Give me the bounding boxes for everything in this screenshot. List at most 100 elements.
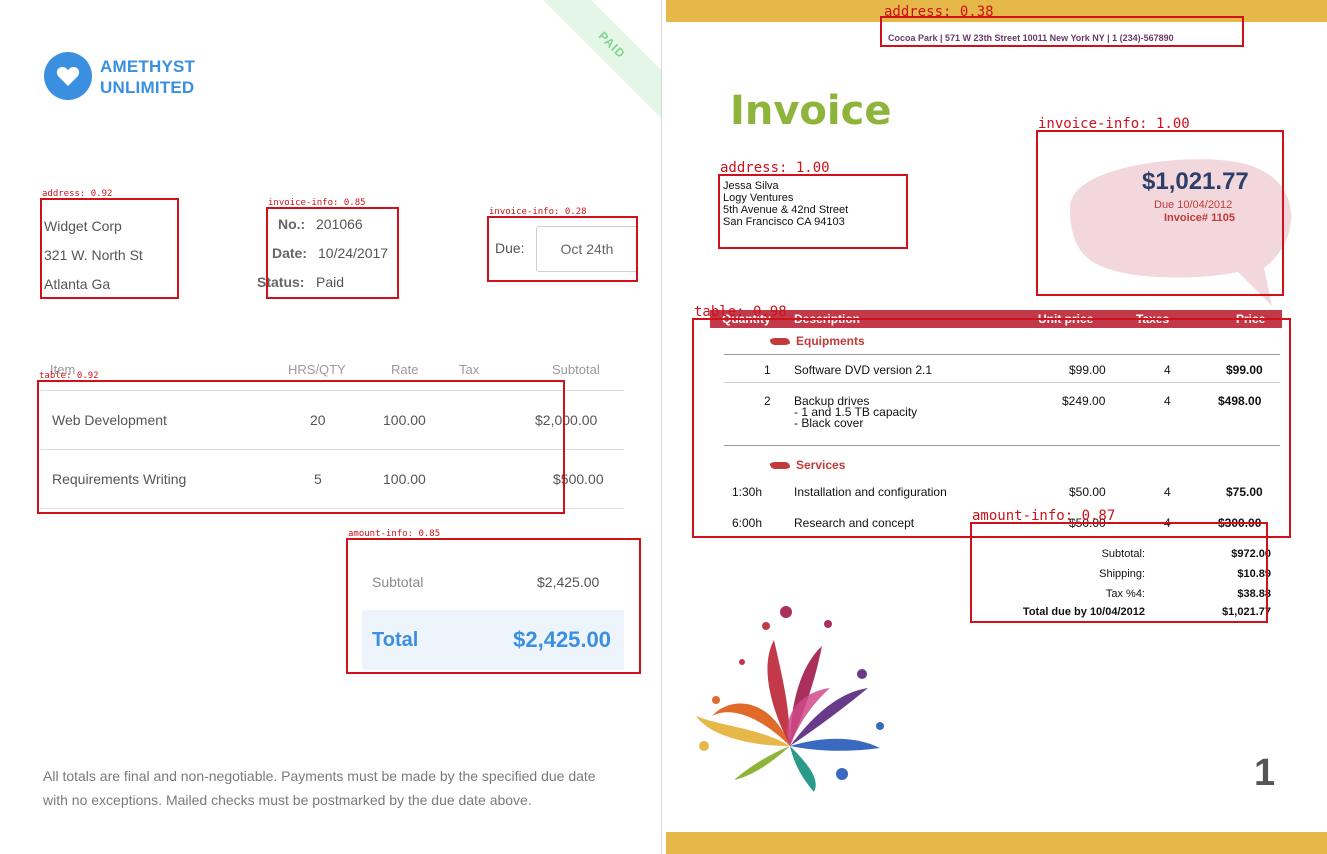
- row-qty: 2: [764, 394, 771, 408]
- table-header-rate: Rate: [391, 362, 419, 377]
- shipping-label: Shipping:: [1099, 568, 1145, 580]
- invoice-status-value: Paid: [316, 274, 345, 290]
- row-price: $300.00: [1218, 516, 1262, 530]
- table-row-divider: [40, 449, 624, 450]
- row-taxes: 4: [1164, 363, 1171, 377]
- due-label: Due:: [495, 240, 525, 256]
- row-taxes: 4: [1164, 516, 1171, 530]
- section-equipments: Equipments: [770, 334, 865, 348]
- tax-label: Tax %4:: [1105, 588, 1145, 600]
- row-qty: 1: [764, 363, 771, 377]
- detection-label: invoice-info: 1.00: [1038, 116, 1190, 132]
- subtotal-value: $2,425.00: [537, 574, 600, 590]
- table-header-tax: Tax: [459, 362, 480, 377]
- detection-box-table: [692, 318, 1291, 538]
- company-logo-text: AMETHYST UNLIMITED: [100, 56, 195, 98]
- address-line-2: Logy Ventures: [723, 192, 794, 204]
- logo-badge: [44, 52, 92, 100]
- shipping-value: $10.89: [1237, 568, 1271, 580]
- billing-address: Jessa Silva Logy Ventures 5th Avenue & 4…: [723, 180, 848, 228]
- total-label: Total: [372, 629, 419, 651]
- detection-box-table: [37, 380, 565, 514]
- invoice-number-label: No.:: [278, 216, 306, 232]
- invoice-date-value: 10/24/2017: [318, 245, 389, 261]
- section-services: Services: [770, 458, 845, 472]
- row-price: $75.00: [1226, 485, 1263, 499]
- table-row-2-subtotal: $500.00: [553, 471, 604, 487]
- subtotal-label: Subtotal: [372, 574, 424, 590]
- color-splash-decoration: [696, 606, 884, 792]
- table-header-qty: HRS/QTY: [288, 362, 346, 377]
- row-taxes: 4: [1164, 485, 1171, 499]
- invoice-date-label: Date:: [272, 245, 308, 261]
- row-divider: [724, 382, 1280, 383]
- row-description: Software DVD version 2.1: [794, 363, 933, 377]
- address-line-3: Atlanta Ga: [44, 276, 111, 292]
- detection-label: amount-info: 0.85: [348, 529, 441, 539]
- row-qty: 1:30h: [732, 485, 763, 499]
- company-contact-line: Cocoa Park | 571 W 23th Street 10011 New…: [888, 33, 1174, 43]
- address-line-4: San Francisco CA 94103: [723, 216, 845, 228]
- left-invoice: PAID AMETHYST UNLIMITED Widget Corp 321 …: [0, 0, 662, 854]
- row-price: $498.00: [1218, 394, 1262, 408]
- section-divider: [724, 445, 1280, 446]
- detection-label: table: 0.98: [694, 304, 787, 320]
- detection-label: address: 0.92: [42, 189, 113, 199]
- row-description: Research and concept: [794, 516, 915, 530]
- page-number: 1: [1254, 752, 1276, 794]
- invoice-status-label: Status:: [257, 274, 305, 290]
- table-header-description: Description: [794, 312, 861, 326]
- table-header-taxes: Taxes: [1136, 312, 1170, 326]
- total-value: $2,425.00: [513, 627, 611, 652]
- address-line-1: Widget Corp: [44, 218, 122, 234]
- table-row-1-qty: 20: [310, 412, 326, 428]
- invoice-amount: $1,021.77: [1142, 168, 1249, 195]
- total-due-value: $1,021.77: [1222, 606, 1271, 618]
- address-line-3: 5th Avenue & 42nd Street: [723, 204, 849, 216]
- table-row-1-item: Web Development: [52, 412, 167, 428]
- row-price: $99.00: [1226, 363, 1263, 377]
- table-header-divider: [40, 390, 624, 391]
- bottom-color-bar: [666, 832, 1327, 854]
- tax-value: $38.88: [1237, 588, 1271, 600]
- detection-label: address: 1.00: [720, 160, 830, 176]
- invoice-title: Invoice: [730, 88, 892, 134]
- heart-icon: [56, 66, 80, 86]
- address-line-1: Jessa Silva: [723, 180, 779, 192]
- invoice-due-date: Due 10/04/2012: [1154, 199, 1233, 211]
- detection-label: invoice-info: 0.85: [268, 198, 366, 208]
- top-color-bar: [666, 0, 1327, 22]
- row-description: Installation and configuration: [794, 485, 947, 499]
- row-taxes: 4: [1164, 394, 1171, 408]
- table-header-subtotal: Subtotal: [552, 362, 600, 377]
- row-unit-price: $50.00: [1069, 485, 1106, 499]
- row-unit-price: $249.00: [1062, 394, 1106, 408]
- logo-line-1: AMETHYST: [100, 57, 196, 76]
- section-title: Services: [796, 458, 846, 472]
- due-date-value: Oct 24th: [536, 226, 638, 272]
- subtotal-value: $972.00: [1231, 548, 1271, 560]
- logo-line-2: UNLIMITED: [100, 78, 195, 97]
- detection-label: table: 0.92: [39, 371, 99, 381]
- section-title: Equipments: [796, 334, 865, 348]
- footer-note: All totals are final and non-negotiable.…: [43, 768, 596, 808]
- invoice-number: Invoice# 1105: [1164, 212, 1235, 224]
- address-line-2: 321 W. North St: [44, 247, 143, 263]
- row-qty: 6:00h: [732, 516, 763, 530]
- table-header-unit-price: Unit price: [1038, 312, 1094, 326]
- table-row-divider: [40, 508, 624, 509]
- subtotal-label: Subtotal:: [1101, 548, 1145, 560]
- section-divider: [724, 354, 1280, 355]
- right-invoice: Cocoa Park | 571 W 23th Street 10011 New…: [666, 0, 1327, 854]
- row-unit-price: $99.00: [1069, 363, 1106, 377]
- detection-label: amount-info: 0.87: [972, 508, 1116, 524]
- invoice-number-value: 201066: [316, 216, 363, 232]
- row-description-detail: - Black cover: [794, 416, 864, 430]
- paid-ribbon: PAID: [525, 0, 661, 132]
- table-row-1-rate: 100.00: [383, 412, 426, 428]
- leaf-icon: [770, 462, 790, 470]
- detection-label: invoice-info: 0.28: [489, 207, 587, 217]
- table-row-2-rate: 100.00: [383, 471, 426, 487]
- detection-label: address: 0.38: [884, 4, 994, 20]
- table-row-2-item: Requirements Writing: [52, 471, 187, 487]
